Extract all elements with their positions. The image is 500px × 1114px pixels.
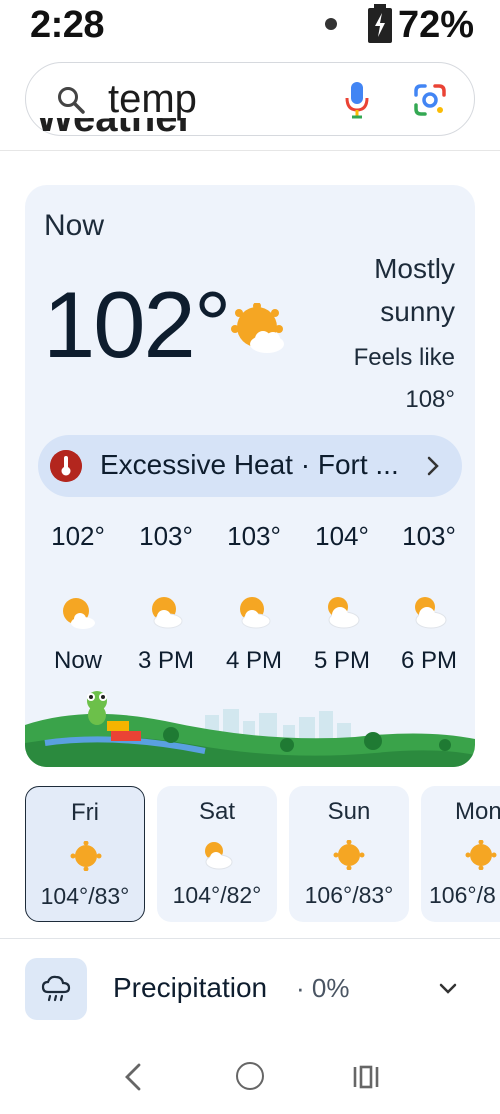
status-bar: 2:28 72% — [0, 0, 500, 52]
weather-card[interactable]: Now 102° Mostly sunny Feels like 108° Ex… — [25, 185, 475, 767]
condition-line1: Mostly — [374, 253, 455, 284]
chevron-right-icon — [427, 456, 439, 476]
system-navigation-bar — [0, 1050, 500, 1110]
partly-cloudy-icon — [415, 597, 447, 629]
battery-charging-icon — [368, 4, 392, 43]
sunny-icon — [70, 841, 102, 871]
current-temperature: 102° — [43, 272, 231, 377]
recents-icon[interactable] — [352, 1063, 380, 1091]
hour-label: 6 PM — [400, 647, 457, 674]
precipitation-row[interactable]: Precipitation · 0% — [0, 956, 500, 1022]
heat-alert-chip[interactable]: Excessive Heat · Fort ... — [38, 435, 462, 497]
precipitation-label: Precipitation — [113, 972, 268, 1003]
day-temp-range: 104°/82° — [172, 882, 262, 908]
hour-label: Now — [53, 647, 102, 674]
condition-line2: sunny — [380, 296, 455, 327]
feels-like: Feels like 108° — [354, 337, 455, 421]
day-name: Mon — [455, 798, 500, 825]
rain-cloud-icon — [41, 975, 71, 1002]
partly-cloudy-icon — [328, 597, 360, 629]
now-label: Now — [44, 209, 105, 242]
alert-text: Excessive Heat · Fort ... — [100, 449, 399, 480]
hour-label: 3 PM — [137, 647, 194, 674]
day-temp-range: 104°/83° — [40, 883, 130, 909]
feels-like-label: Feels like — [353, 344, 455, 371]
back-icon[interactable] — [122, 1062, 144, 1092]
battery-percentage: 72% — [398, 4, 475, 46]
microphone-icon[interactable] — [344, 81, 370, 119]
hour-label: 5 PM — [313, 647, 370, 674]
mostly-sunny-icon — [240, 597, 271, 629]
day-name: Fri — [71, 799, 99, 826]
hour-temp: 103° — [402, 521, 456, 551]
condition-text: Mostly sunny — [374, 247, 455, 333]
precipitation-value: · 0% — [296, 973, 350, 1003]
hour-temp: 104° — [315, 521, 369, 551]
hour-temp: 102° — [51, 521, 105, 551]
day-name: Sun — [327, 798, 371, 825]
mostly-sunny-icon — [231, 303, 284, 353]
precipitation-icon-box — [25, 958, 87, 1020]
day-tile-sat[interactable]: Sat 104°/82° — [157, 786, 277, 922]
status-time: 2:28 — [30, 4, 105, 46]
day-tile-mon[interactable]: Mon 106°/8 — [421, 786, 500, 922]
day-temp-range: 106°/83° — [304, 882, 394, 908]
sunny-icon — [465, 840, 497, 870]
chevron-down-icon[interactable] — [438, 982, 458, 996]
day-tile-sun[interactable]: Sun 106°/83° — [289, 786, 409, 922]
day-tile-fri[interactable]: Fri 104°/83° — [25, 786, 145, 922]
mostly-sunny-icon — [63, 598, 95, 629]
hour-temp: 103° — [227, 521, 281, 551]
day-temp-range: 106°/8 — [429, 882, 496, 908]
mostly-sunny-icon — [152, 597, 183, 629]
hour-temp: 103° — [139, 521, 193, 551]
notification-dot-icon — [325, 18, 337, 30]
search-icon — [58, 87, 85, 114]
google-lens-icon[interactable] — [414, 84, 446, 116]
home-icon[interactable] — [236, 1062, 264, 1090]
weather-heading: Weather — [36, 118, 194, 140]
partly-cloudy-icon — [205, 842, 233, 870]
sunny-icon — [333, 840, 365, 870]
thermometer-alert-icon — [50, 450, 82, 482]
day-name: Sat — [198, 798, 236, 825]
search-query[interactable]: temp — [108, 77, 197, 122]
hour-label: 4 PM — [225, 647, 282, 674]
divider — [0, 938, 500, 939]
feels-like-value: 108° — [405, 386, 455, 413]
divider — [0, 150, 500, 151]
weather-scenery-illustration — [25, 691, 475, 767]
